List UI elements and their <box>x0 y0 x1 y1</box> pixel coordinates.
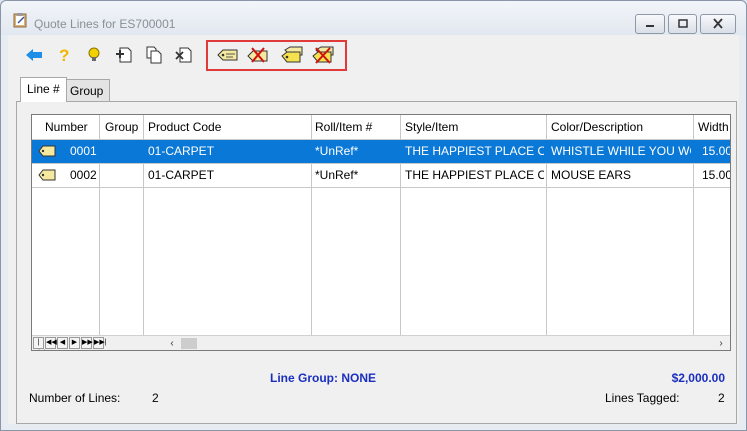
cell-product-code: 01-CARPET <box>148 144 215 158</box>
back-button[interactable] <box>22 43 46 67</box>
nav-next-page-button[interactable]: ▶▶ <box>81 337 93 349</box>
maximize-icon <box>677 19 688 28</box>
copy-line-button[interactable] <box>142 43 166 67</box>
nav-last-button[interactable]: ▶▶| <box>93 337 107 349</box>
total-amount: $2,000.00 <box>671 371 725 385</box>
close-icon <box>713 18 723 29</box>
cell-number: 0001 <box>70 144 97 158</box>
column-header-roll-item[interactable]: Roll/Item # <box>315 115 372 139</box>
line-group-label: Line Group: NONE <box>270 371 376 385</box>
nav-prev-button[interactable]: ◀ <box>57 337 68 349</box>
number-of-lines-label: Number of Lines: <box>29 391 121 405</box>
cell-style-item: THE HAPPIEST PLACE ON <box>405 144 544 158</box>
cell-number: 0002 <box>70 168 97 182</box>
column-header-product-code[interactable]: Product Code <box>148 115 221 139</box>
client-area: ? Line # Group Number Group Product Code… <box>8 35 739 424</box>
row-tag-icon <box>38 169 56 181</box>
nav-first-button[interactable]: |◀◀ <box>33 337 45 350</box>
hint-button[interactable] <box>82 43 106 67</box>
minimize-icon <box>646 25 654 27</box>
column-header-number[interactable]: Number <box>45 115 88 139</box>
column-header-color-description[interactable]: Color/Description <box>551 115 643 139</box>
row-separator <box>32 187 730 188</box>
tag-line-button[interactable] <box>216 43 240 67</box>
lines-tagged-label: Lines Tagged: <box>605 391 680 405</box>
quote-lines-grid: Number Group Product Code Roll/Item # St… <box>31 114 731 351</box>
scroll-thumb[interactable] <box>181 338 197 349</box>
table-row[interactable]: 0001 01-CARPET *UnRef* THE HAPPIEST PLAC… <box>32 140 730 163</box>
column-header-style-item[interactable]: Style/Item <box>405 115 458 139</box>
tag-icon <box>217 49 238 61</box>
cell-roll-item: *UnRef* <box>315 168 359 182</box>
cell-roll-item: *UnRef* <box>315 144 359 158</box>
minimize-button[interactable] <box>635 14 665 34</box>
table-row[interactable]: 0002 01-CARPET *UnRef* THE HAPPIEST PLAC… <box>32 164 730 187</box>
untag-icon <box>247 47 268 63</box>
untag-line-button[interactable] <box>246 43 270 67</box>
tab-panel: Number Group Product Code Roll/Item # St… <box>16 101 737 424</box>
delete-line-button[interactable] <box>172 43 196 67</box>
column-header-group[interactable]: Group <box>105 115 138 139</box>
horizontal-scrollbar[interactable]: |◀◀ ◀◀ ◀ ▶ ▶▶ ▶▶| ‹ › <box>32 335 730 350</box>
maximize-button[interactable] <box>668 14 697 34</box>
add-line-button[interactable] <box>112 43 136 67</box>
window-title: Quote Lines for ES700001 <box>34 17 176 31</box>
cell-width: 15.00 <box>702 144 730 158</box>
scroll-right-arrow-icon[interactable]: › <box>714 337 728 350</box>
copy-document-icon <box>146 46 162 64</box>
quote-lines-window: Quote Lines for ES700001 ? Line # Group … <box>0 0 747 431</box>
help-button[interactable]: ? <box>52 43 76 67</box>
delete-document-icon <box>175 47 192 63</box>
cell-style-item: THE HAPPIEST PLACE ON <box>405 168 544 182</box>
record-navigator: |◀◀ ◀◀ ◀ ▶ ▶▶ ▶▶| <box>33 337 107 350</box>
cell-product-code: 01-CARPET <box>148 168 215 182</box>
back-arrow-icon <box>26 49 42 61</box>
hint-bulb-icon <box>88 47 100 61</box>
add-document-icon <box>116 47 132 63</box>
untag-all-button[interactable] <box>311 43 335 67</box>
column-header-width[interactable]: Width <box>698 115 729 139</box>
help-icon: ? <box>59 46 69 64</box>
tab-line-number[interactable]: Line # <box>20 77 67 102</box>
nav-next-button[interactable]: ▶ <box>69 337 80 349</box>
nav-prev-page-button[interactable]: ◀◀ <box>45 337 57 349</box>
cell-color-description: MOUSE EARS <box>551 168 632 182</box>
title-bar: Quote Lines for ES700001 <box>1 1 746 35</box>
cell-width: 15.00 <box>702 168 730 182</box>
close-button[interactable] <box>700 14 736 34</box>
scroll-left-arrow-icon[interactable]: ‹ <box>165 337 179 350</box>
svg-text:?: ? <box>59 46 69 64</box>
tab-group[interactable]: Group <box>63 79 111 101</box>
number-of-lines-value: 2 <box>152 391 159 405</box>
cell-color-description: WHISTLE WHILE YOU WOR <box>551 144 691 158</box>
clipboard-icon <box>13 13 27 28</box>
row-tag-icon <box>38 145 56 157</box>
lines-tagged-value: 2 <box>718 391 725 405</box>
untag-all-icon <box>312 46 334 64</box>
tag-all-button[interactable] <box>280 43 304 67</box>
tag-all-icon <box>281 46 303 63</box>
grid-body: Number Group Product Code Roll/Item # St… <box>32 115 730 335</box>
